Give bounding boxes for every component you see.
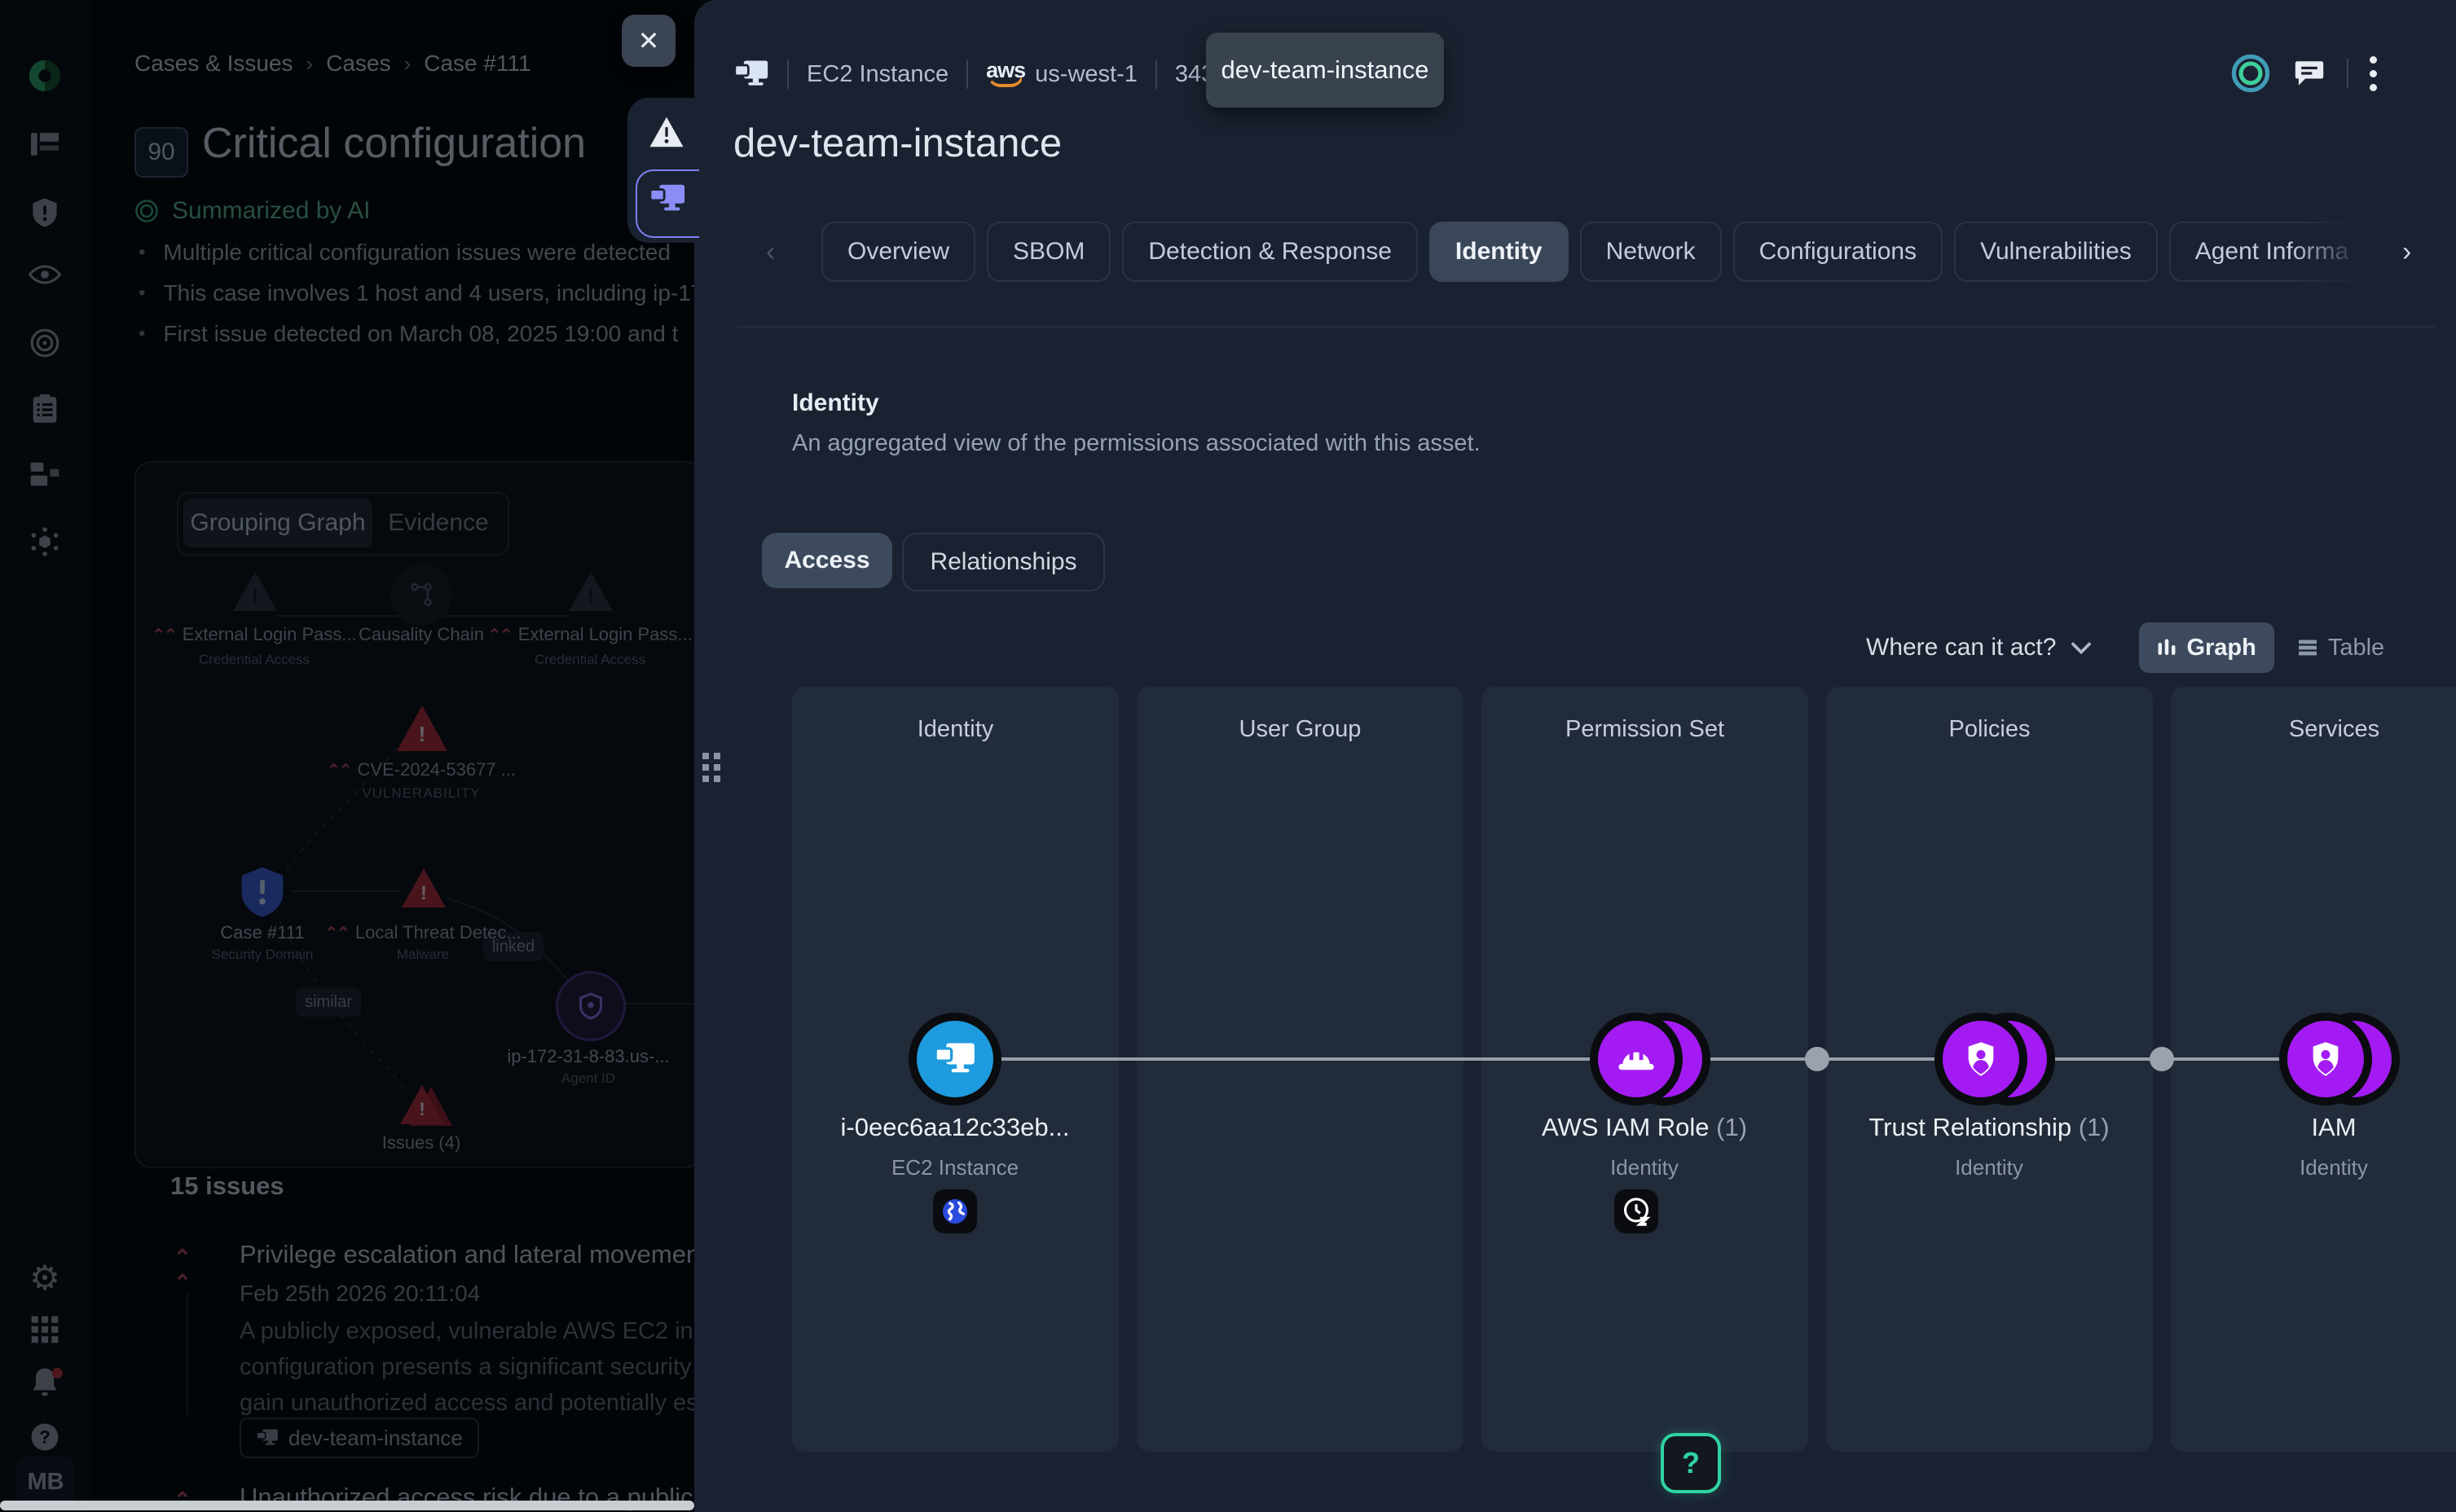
edge-connector-dot [1805, 1047, 1829, 1071]
tabs-scroll-right-icon[interactable]: › [2402, 236, 2411, 268]
node-type: Identity [1810, 1155, 2168, 1180]
page-title: dev-team-instance [733, 121, 1062, 166]
alerts-tab-warning-icon[interactable] [649, 116, 684, 152]
graph-node-iam[interactable] [2279, 1013, 2372, 1105]
node-name: Trust Relationship (1) [1810, 1113, 2168, 1142]
aws-logo: aws [986, 62, 1025, 87]
divider [1155, 59, 1157, 89]
chat-icon[interactable] [2293, 59, 2326, 88]
iam-role-hard-hat-icon [1617, 1043, 1656, 1075]
modal-dim-overlay[interactable] [0, 0, 701, 1512]
divider [787, 59, 789, 89]
kebab-menu-icon[interactable] [2370, 56, 2377, 91]
node-type: Identity [1465, 1155, 1824, 1180]
panel-actions [2229, 49, 2377, 98]
identity-shield-icon [1965, 1040, 1997, 1078]
section-description: An aggregated view of the permissions as… [792, 430, 1481, 457]
node-type: Identity [2155, 1155, 2456, 1180]
region-label: us-west-1 [1035, 61, 1138, 88]
horizontal-scrollbar[interactable] [0, 1501, 694, 1510]
ec2-instance-icon [733, 59, 769, 90]
help-button[interactable]: ? [1661, 1433, 1721, 1493]
edge-connector-dot [2150, 1047, 2174, 1071]
tab-network[interactable]: Network [1580, 222, 1722, 282]
view-graph-button[interactable]: Graph [2139, 622, 2273, 673]
ec2-instance-icon [934, 1041, 976, 1077]
tab-configurations[interactable]: Configurations [1733, 222, 1943, 282]
section-heading: Identity [792, 389, 879, 417]
divider [737, 326, 2436, 327]
asset-name-tooltip: dev-team-instance [1206, 33, 1444, 108]
column-user-group: User Group [1137, 687, 1463, 1452]
divider [966, 59, 968, 89]
scan-rings-icon[interactable] [2229, 52, 2272, 94]
node-name: IAM [2155, 1113, 2456, 1142]
app-root: ⚙ ? MB Cases & Issues › Cases › Case #11… [0, 0, 2456, 1512]
public-exposure-badge[interactable] [933, 1189, 977, 1233]
node-type: EC2 Instance [776, 1155, 1134, 1180]
tab-overview[interactable]: Overview [821, 222, 975, 282]
session-duration-badge[interactable] [1614, 1189, 1658, 1233]
graph-controls: Where can it act? Graph Table [1866, 622, 2392, 673]
node-name: AWS IAM Role (1) [1465, 1113, 1824, 1142]
graph-node-trust-relationship[interactable] [1934, 1013, 2027, 1105]
graph-node-ec2-instance[interactable] [909, 1013, 1001, 1105]
tab-bar: Overview SBOM Detection & Response Ident… [821, 222, 2384, 282]
bar-chart-icon [2157, 638, 2177, 657]
toggle-relationships[interactable]: Relationships [902, 533, 1105, 591]
asset-detail-panel: EC2 Instance aws us-west-1 343059098 dev… [694, 0, 2456, 1512]
identity-shield-icon [2309, 1040, 2342, 1078]
graph-node-aws-iam-role[interactable] [1590, 1013, 1683, 1105]
tab-detection-response[interactable]: Detection & Response [1122, 222, 1418, 282]
toggle-access[interactable]: Access [762, 533, 892, 588]
chevron-down-icon[interactable] [2071, 641, 2092, 654]
filter-dropdown[interactable]: Where can it act? [1866, 634, 2056, 662]
close-panel-button[interactable]: ✕ [622, 15, 676, 67]
view-table-button[interactable]: Table [2289, 622, 2392, 673]
asset-type-label: EC2 Instance [807, 61, 949, 88]
tab-sbom[interactable]: SBOM [987, 222, 1111, 282]
table-rows-icon [2297, 639, 2318, 657]
globe-icon [940, 1197, 970, 1226]
tab-vulnerabilities[interactable]: Vulnerabilities [1954, 222, 2158, 282]
node-name: i-0eec6aa12c33eb... [776, 1113, 1134, 1142]
panel-side-tab-rail [627, 98, 709, 243]
asset-tab-ec2-icon[interactable] [649, 182, 686, 219]
tab-identity[interactable]: Identity [1429, 222, 1569, 282]
tabs-scroll-left-icon[interactable]: ‹ [766, 236, 775, 268]
divider [2347, 59, 2348, 88]
clock-snooze-icon [1621, 1196, 1652, 1227]
region-group: aws us-west-1 [986, 61, 1138, 88]
panel-resize-handle[interactable] [702, 753, 720, 782]
tab-overflow-fade [2291, 218, 2389, 287]
